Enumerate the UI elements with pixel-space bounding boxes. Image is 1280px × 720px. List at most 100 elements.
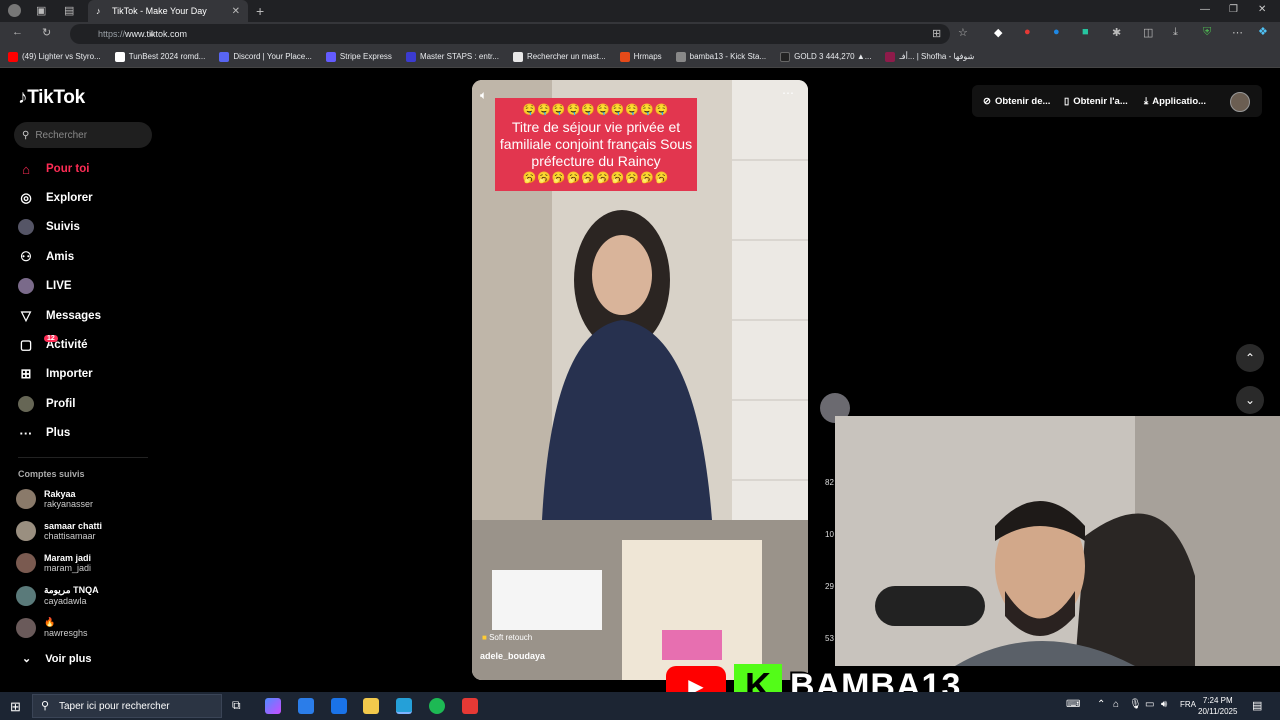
search-placeholder: Rechercher — [35, 129, 88, 141]
notifications-icon[interactable]: ▤ — [1252, 699, 1262, 712]
taskbar-search-input[interactable]: ⚲ Taper ici pour rechercher — [32, 694, 222, 718]
nav-item-explorer[interactable]: ◎ Explorer — [18, 190, 92, 206]
followed-account[interactable]: Maram jadi maram_jadi — [16, 553, 91, 573]
chevron-down-icon: ⌄ — [1244, 393, 1256, 407]
avatar — [16, 521, 36, 541]
volume-icon[interactable]: 🔊︎ — [1161, 699, 1167, 710]
bookmark-item[interactable]: bamba13 - Kick Sta... — [675, 51, 766, 62]
profile-icon[interactable] — [8, 4, 21, 17]
video-more-icon[interactable]: ⋯ — [782, 86, 794, 100]
bookmark-item[interactable]: Discord | Your Place... — [219, 51, 312, 62]
emoji-row-bottom: 🥱🥱🥱🥱🥱🥱🥱🥱🥱🥱 — [522, 172, 670, 184]
restore-icon[interactable]: ❐ — [1229, 4, 1238, 15]
avatar — [16, 553, 36, 573]
tiktok-logo[interactable]: ♪TikTok — [18, 87, 85, 109]
avatar — [16, 489, 36, 509]
bookmark-item[interactable]: أفـ... | Shofha - شوفها — [885, 51, 974, 62]
user-avatar[interactable] — [1230, 92, 1250, 112]
get-coins-button[interactable]: ⊘ Obtenir de... — [983, 91, 1050, 111]
monitor-icon[interactable]: ▭ — [1145, 699, 1154, 710]
followed-account[interactable]: 🔥 nawresghs — [16, 617, 88, 638]
nav-item-activite[interactable]: ▢ Activité 12 — [18, 335, 88, 353]
nav-item-messages[interactable]: ▽ Messages — [18, 308, 101, 324]
chevron-up-icon[interactable]: ⌃ — [1097, 699, 1105, 710]
followed-account[interactable]: samaar chatti chattisamaar — [16, 521, 102, 541]
effect-label[interactable]: ■ Soft retouch — [482, 633, 532, 642]
nav-item-suivis[interactable]: Suivis — [18, 219, 80, 235]
nav-item-importer[interactable]: ⊞ Importer — [18, 366, 93, 382]
spotify-icon[interactable] — [429, 698, 445, 714]
bookmark-item[interactable]: Master STAPS : entr... — [405, 51, 499, 62]
following-title: Comptes suivis — [18, 469, 85, 479]
copilot-icon[interactable] — [265, 698, 281, 714]
extension-3-icon[interactable]: ● — [1053, 26, 1060, 38]
extension-1-icon[interactable]: ◆ — [994, 26, 1002, 39]
video-username[interactable]: adele_boudaya — [480, 651, 545, 661]
nav-item-profil[interactable]: Profil — [18, 396, 75, 412]
copilot-icon[interactable]: ❖ — [1258, 25, 1268, 38]
keyboard-icon[interactable]: ⌨ — [1066, 699, 1080, 710]
nav-item-plus[interactable]: ··· Plus — [18, 425, 71, 441]
url-field[interactable]: 🔒︎ https://www.tiktok.com — [70, 24, 950, 44]
application-button[interactable]: ⤓ Applicatio... — [1144, 91, 1206, 111]
language-indicator[interactable]: FRA — [1180, 700, 1196, 709]
bookmark-item[interactable]: TunBest 2024 romd... — [114, 51, 205, 62]
search-input[interactable]: ⚲ Rechercher — [14, 122, 152, 148]
close-tab-icon[interactable]: ✕ — [232, 6, 240, 17]
new-tab-icon[interactable]: + — [256, 3, 264, 19]
store-icon[interactable] — [298, 698, 314, 714]
scroll-down-button[interactable]: ⌄ — [1236, 386, 1264, 414]
app-icon[interactable] — [462, 698, 478, 714]
windows-start-icon[interactable]: ⊞ — [10, 699, 21, 715]
bookmark-item[interactable]: Stripe Express — [325, 51, 392, 62]
emoji-row-top: 🤤🤤🤤🤤🤤🤤🤤🤤🤤🤤 — [522, 104, 670, 116]
split-screen-icon[interactable]: ◫ — [1143, 26, 1153, 39]
see-more-button[interactable]: ⌄ Voir plus — [22, 652, 91, 665]
install-app-icon[interactable]: ⊞ — [932, 27, 941, 40]
get-app-button[interactable]: ▯ Obtenir l'a... — [1064, 91, 1128, 111]
nav-item-pour-toi[interactable]: ⌂ Pour toi — [18, 161, 89, 177]
shield-icon[interactable]: ⛨ — [1203, 26, 1211, 39]
outlook-icon[interactable] — [331, 698, 347, 714]
extension-4-icon[interactable]: ■ — [1082, 26, 1089, 38]
edge-icon[interactable] — [396, 698, 412, 714]
video-player[interactable]: 🔈︎ ⋯ 🤤🤤🤤🤤🤤🤤🤤🤤🤤🤤 Titre de séjour vie priv… — [472, 80, 808, 680]
downloads-icon[interactable]: ⤓ — [1173, 26, 1178, 39]
nav-item-live[interactable]: LIVE — [18, 278, 72, 294]
bookmark-item[interactable]: Hrmaps — [619, 51, 662, 62]
search-icon: ⚲ — [22, 129, 30, 141]
bookmark-item[interactable]: GOLD 3 444,270 ▲... — [780, 51, 871, 62]
windows-taskbar: ⊞ ⚲ Taper ici pour rechercher ⧉ ⌨ ⌃ ⌂ 🎙︎… — [0, 692, 1280, 720]
favorite-star-icon[interactable]: ☆ — [958, 26, 968, 39]
minimize-icon[interactable]: — — [1200, 4, 1210, 15]
extension-2-icon[interactable]: ● — [1024, 26, 1031, 38]
extensions-icon[interactable]: ✱ — [1112, 26, 1121, 39]
sidebar-divider — [18, 457, 148, 458]
bookmark-item[interactable]: Rechercher un mast... — [512, 51, 606, 62]
menu-icon[interactable]: ⋯ — [1232, 26, 1243, 39]
live-icon — [18, 278, 34, 294]
close-window-icon[interactable]: ✕ — [1258, 4, 1266, 15]
system-clock[interactable]: 7:24 PM 20/11/2025 — [1198, 695, 1237, 717]
url-host: www.tiktok.com — [125, 29, 188, 39]
caption-text: Titre de séjour vie privée et familiale … — [499, 119, 693, 169]
tab-title: TikTok - Make Your Day — [112, 6, 207, 16]
file-explorer-icon[interactable] — [363, 698, 379, 714]
search-icon: ⚲ — [41, 700, 50, 712]
tab-tiktok[interactable]: ♪ TikTok - Make Your Day ✕ — [88, 0, 248, 22]
bookmark-item[interactable]: (49) Lighter vs Styro... — [8, 51, 101, 62]
save-count: 29 — [825, 582, 834, 591]
reload-icon[interactable]: ↻ — [42, 26, 51, 39]
nav-item-amis[interactable]: ⚇ Amis — [18, 249, 74, 265]
followed-account[interactable]: مريومة TNQA cayadawla — [16, 585, 99, 606]
back-icon[interactable]: ← — [12, 26, 23, 38]
workspaces-icon[interactable]: ▣ — [36, 4, 46, 17]
mute-icon[interactable]: 🔈︎ — [480, 88, 487, 103]
chevron-up-icon: ⌃ — [1244, 351, 1256, 365]
scroll-up-button[interactable]: ⌃ — [1236, 344, 1264, 372]
tab-actions-icon[interactable]: ▤ — [64, 4, 74, 17]
task-view-icon[interactable]: ⧉ — [232, 698, 248, 714]
followed-account[interactable]: Rakyaa rakyanasser — [16, 489, 93, 509]
microphone-icon[interactable]: 🎙︎ — [1129, 699, 1142, 710]
network-icon[interactable]: ⌂ — [1113, 699, 1119, 710]
